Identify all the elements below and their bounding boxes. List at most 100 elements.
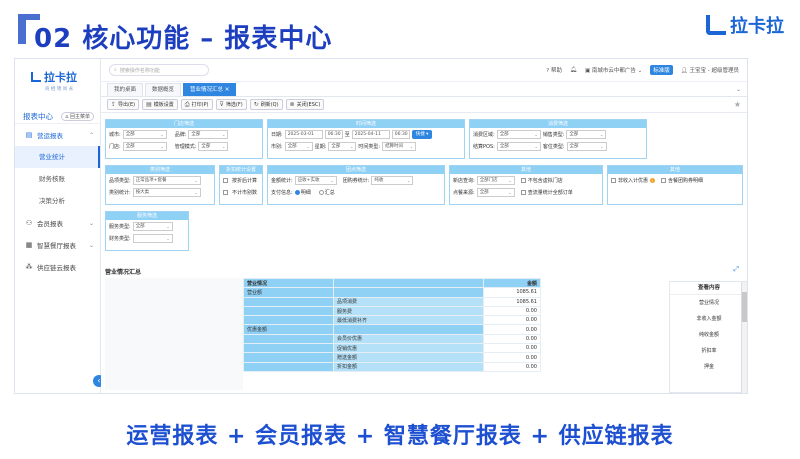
- view-item[interactable]: 押金: [670, 359, 747, 375]
- sidebar: 拉卡拉 商 栖 锦 尚 永 报表中心 ⌂ 回主菜单 ▤ 营运报表 ⌃ 营业统计 财务…: [15, 59, 101, 393]
- city-select[interactable]: 全部 ⌄: [122, 129, 167, 139]
- expand-icon[interactable]: ⤢: [733, 265, 739, 274]
- table-cell: 促销优惠: [333, 343, 484, 354]
- sidebar-item-supply[interactable]: ⁂ 供应链云报表: [15, 256, 100, 278]
- item-type-value: 正常品项+套餐: [135, 178, 167, 183]
- scrollbar-thumb[interactable]: [742, 292, 747, 322]
- virtual-shop-option[interactable]: 不包含虚拟门店: [520, 177, 563, 184]
- finance-type-select[interactable]: ⌄: [132, 233, 173, 243]
- template-button[interactable]: ▤ 模板设置: [142, 99, 178, 110]
- table-cell: 0.00: [483, 333, 541, 345]
- refresh-button[interactable]: ↻ 刷新(Q): [249, 99, 283, 110]
- checkbox[interactable]: [520, 189, 526, 195]
- checkbox[interactable]: [520, 177, 526, 183]
- table-header-row: 营业情况 金额: [243, 277, 541, 289]
- checkbox[interactable]: [223, 189, 228, 195]
- order-source-label: 点餐来源:: [453, 189, 475, 196]
- table-cell: 0.00: [483, 324, 541, 335]
- table-cell: 最低消费补齐: [333, 315, 484, 326]
- export-button[interactable]: ⇪ 导出(E): [107, 99, 140, 110]
- timetype-select[interactable]: 结算时间 ⌄: [382, 141, 417, 151]
- sidebar-item-restaurant[interactable]: ▦ 智慧餐厅报表 ⌄: [15, 234, 100, 256]
- other-filter-box: 其他 新店查询: 全部门店 ⌄ 不包含虚拟门店 点餐来源: 全部 ⌄ 查流量统计全部订单: [449, 165, 603, 205]
- area-select[interactable]: 全部 ⌄: [496, 129, 541, 139]
- order-source-select[interactable]: 全部 ⌄: [476, 187, 515, 197]
- checkbox[interactable]: [223, 177, 228, 183]
- sidebar-item-operations[interactable]: ▤ 营运报表 ⌃: [15, 124, 100, 146]
- item-type-select[interactable]: 正常品项+套餐 ⌄: [132, 175, 201, 185]
- bell-icon[interactable]: 🔔︎: [570, 67, 577, 73]
- shop-select[interactable]: 全部 ⌄: [122, 141, 167, 151]
- mode-select[interactable]: 全部 ⌄: [198, 141, 229, 151]
- end-date-input[interactable]: 2025-04-11: [351, 129, 390, 139]
- home-menu-button[interactable]: ⌂ 回主菜单: [61, 112, 94, 121]
- non-income-option[interactable]: 非收入计优惠: [611, 177, 648, 184]
- checkbox[interactable]: [661, 177, 667, 183]
- sidebar-subitem-decision[interactable]: 决策分析: [15, 190, 100, 212]
- checkbox[interactable]: [611, 177, 616, 183]
- discount-option-2[interactable]: 不计市别数: [220, 186, 262, 198]
- discount-option-1[interactable]: 按折后计算: [220, 174, 262, 186]
- star-icon[interactable]: ★: [734, 100, 741, 109]
- group-coupon-detail-option[interactable]: 含餐团购券明细: [661, 177, 703, 184]
- brand-value: 全部: [191, 132, 201, 137]
- chevron-down-icon[interactable]: ⌄: [736, 86, 741, 93]
- template-icon: ▤: [146, 100, 152, 108]
- shift-select[interactable]: 全部 ⌄: [284, 141, 313, 151]
- table-cell: 1085.61: [483, 287, 541, 298]
- search-input[interactable]: ⌕ 搜索操作名称功能: [109, 64, 209, 76]
- brand-select[interactable]: 全部 ⌄: [188, 129, 229, 139]
- start-time-input[interactable]: 06:30: [324, 129, 343, 139]
- filter-header: 服务筛选: [106, 212, 188, 220]
- sale-select[interactable]: 全部 ⌄: [566, 129, 607, 139]
- sidebar-item-member[interactable]: ⚇ 会员报表 ⌄: [15, 212, 100, 234]
- sidebar-subitem-finance[interactable]: 财务核账: [15, 168, 100, 190]
- close-icon[interactable]: ✕: [225, 87, 230, 93]
- radio[interactable]: [318, 189, 324, 195]
- quick-date-button[interactable]: 快捷 ▾: [411, 129, 433, 139]
- toolbar: ⇪ 导出(E) ▤ 模板设置 ⎙ 打印(P) ⊽ 筛选(F) ↻ 刷新(Q) ⊗ 关闭(ES…: [101, 97, 747, 113]
- timetype-value: 结算时间: [385, 144, 404, 149]
- export-icon: ⇪: [111, 100, 117, 108]
- view-item[interactable]: 折扣率: [670, 343, 747, 359]
- tab-desktop[interactable]: 我的桌面: [107, 83, 144, 96]
- service-type-select[interactable]: 全部 ⌄: [132, 221, 173, 231]
- export-label: 导出(E): [118, 101, 136, 108]
- view-item[interactable]: 纯收金额: [670, 327, 747, 343]
- end-time-input[interactable]: 06:30: [391, 129, 410, 139]
- sidebar-item-label: 智慧餐厅报表: [37, 242, 76, 250]
- group-coupon-select[interactable]: 纯收 ⌄: [371, 175, 414, 185]
- category-stat-value: 按大类: [135, 190, 150, 195]
- radio-selected[interactable]: [294, 189, 300, 195]
- close-icon: ⊗: [289, 100, 295, 108]
- refresh-icon: ↻: [253, 100, 259, 108]
- close-button[interactable]: ⊗ 关闭(ESC): [285, 99, 325, 110]
- print-button[interactable]: ⎙ 打印(P): [180, 99, 213, 110]
- new-shop-select[interactable]: 全部门店 ⌄: [476, 175, 515, 185]
- time-filter-box: 时间筛选 日期: 2025-03-01 06:30 至 2025-04-11 06:30 快…: [267, 119, 465, 159]
- print-icon: ⎙: [184, 100, 190, 108]
- pos-select[interactable]: 全部 ⌄: [496, 141, 541, 151]
- pay-summary-label: 汇总: [324, 189, 335, 196]
- store-selector[interactable]: ▣ 南城市云中都广告 ⌄: [585, 66, 642, 74]
- user-menu[interactable]: 👤︎ 王宝宝 - 超级管理员: [681, 66, 739, 74]
- info-icon[interactable]: i: [650, 177, 656, 183]
- filter-button[interactable]: ⊽ 筛选(F): [215, 99, 247, 110]
- category-stat-select[interactable]: 按大类 ⌄: [132, 187, 201, 197]
- period-select[interactable]: 全部 ⌄: [328, 141, 357, 151]
- pay-summary-radio[interactable]: 汇总: [318, 189, 335, 196]
- traffic-order-option[interactable]: 查流量统计全部订单: [520, 189, 573, 196]
- tab-business-summary[interactable]: 营业情况汇总 ✕: [183, 83, 237, 96]
- view-item[interactable]: 营业情况: [670, 295, 747, 311]
- tab-overview[interactable]: 数据概览: [145, 83, 182, 96]
- start-date-input[interactable]: 2025-03-01: [284, 129, 323, 139]
- chevron-down-icon: ⌄: [88, 219, 94, 227]
- scrollbar[interactable]: [741, 282, 747, 393]
- amount-stat-select[interactable]: 应收+实收 ⌄: [294, 175, 337, 185]
- sidebar-subitem-business-stats[interactable]: 营业统计: [15, 146, 100, 168]
- help-link[interactable]: ? 帮助: [546, 66, 562, 74]
- view-item[interactable]: 非收入金额: [670, 311, 747, 327]
- period-value: 全部: [331, 144, 341, 149]
- pay-detail-radio[interactable]: 明细: [294, 189, 311, 196]
- guest-select[interactable]: 全部 ⌄: [566, 141, 607, 151]
